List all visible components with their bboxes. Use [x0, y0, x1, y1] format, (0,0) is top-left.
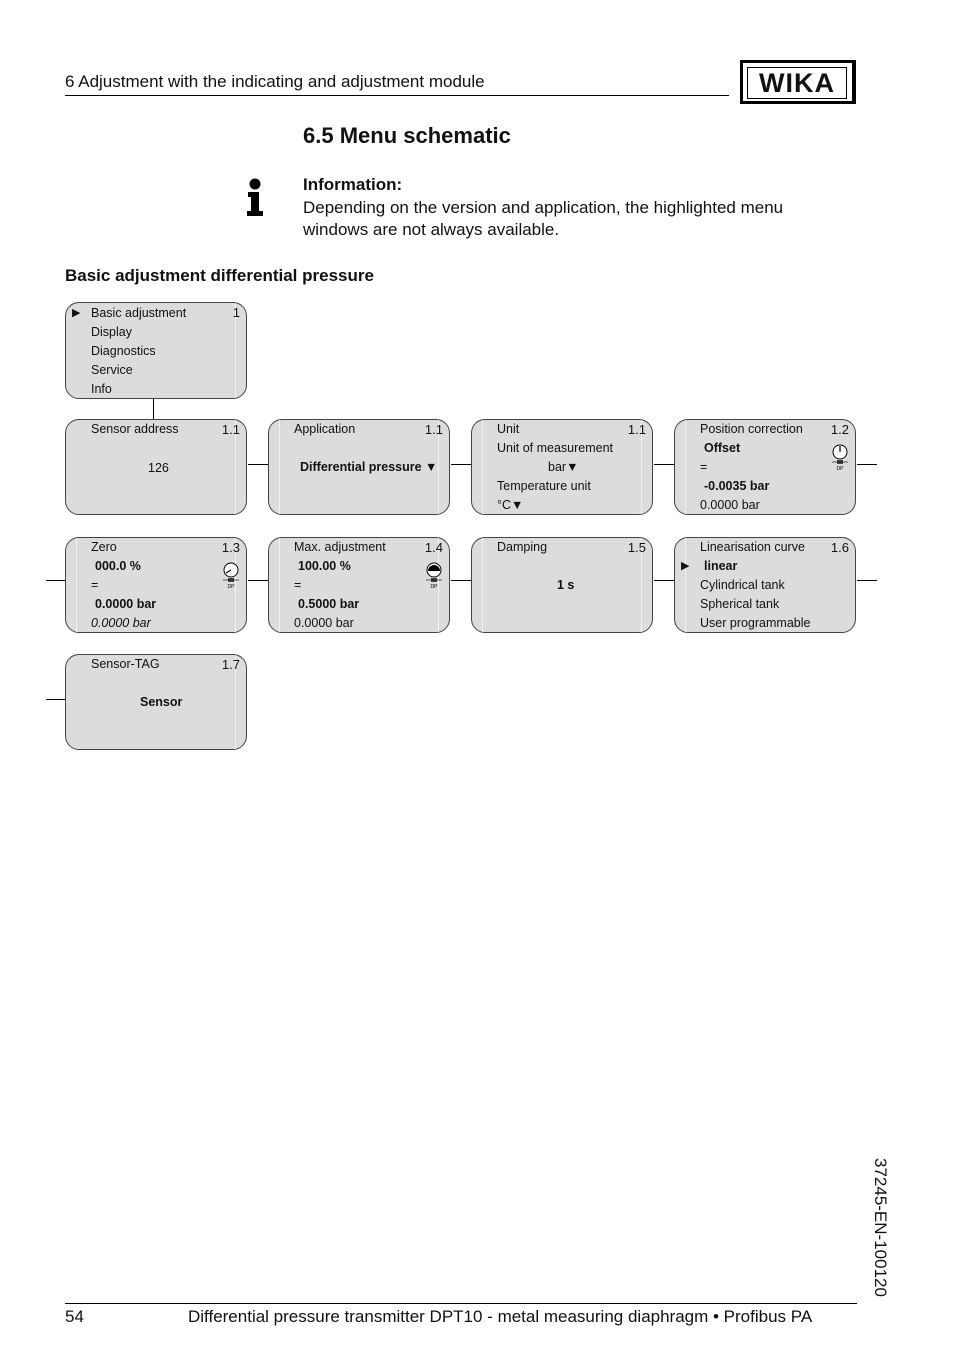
damping-value[interactable]: 1 s: [557, 578, 574, 592]
sensor-tag-box[interactable]: Sensor-TAG 1.7 Sensor: [65, 654, 247, 750]
svg-text:DP: DP: [837, 466, 845, 471]
option-linear[interactable]: linear: [704, 559, 737, 573]
option-spherical-tank[interactable]: Spherical tank: [700, 597, 779, 611]
section-title: 6.5 Menu schematic: [303, 123, 511, 148]
zero-percent[interactable]: 000.0 %: [95, 559, 141, 573]
connector: [857, 580, 877, 581]
connector: [451, 464, 471, 465]
connector: [46, 580, 65, 581]
sensor-address-value: 126: [148, 461, 169, 475]
connector: [857, 464, 877, 465]
connector: [654, 464, 674, 465]
connector: [451, 580, 471, 581]
temperature-unit-label: Temperature unit: [497, 479, 591, 493]
equals-sign: =: [91, 578, 99, 592]
info-text: Depending on the version and application…: [303, 198, 784, 239]
temperature-unit-select[interactable]: °C▼: [497, 498, 523, 512]
menu-item-info[interactable]: Info: [91, 382, 112, 396]
box-number: 1.1: [424, 422, 443, 437]
connector: [248, 580, 268, 581]
unit-measurement-select[interactable]: bar▼: [548, 460, 578, 474]
position-correction-box[interactable]: Position correction 1.2 Offset = -0.0035…: [674, 419, 856, 515]
max-pressure[interactable]: 0.5000 bar: [298, 597, 359, 611]
box-title: Unit: [497, 422, 520, 436]
application-box[interactable]: Application 1.1 Differential pressure ▼: [268, 419, 450, 515]
option-user-programmable[interactable]: User programmable: [700, 616, 810, 630]
info-icon: [247, 178, 263, 216]
box-number: 1.6: [830, 540, 849, 555]
box-number: 1.5: [627, 540, 646, 555]
menu-item-display[interactable]: Display: [91, 325, 132, 339]
box-title: Zero: [91, 540, 117, 554]
zero-reference: 0.0000 bar: [91, 616, 151, 630]
equals-sign: =: [700, 460, 708, 474]
box-number: 1.1: [627, 422, 646, 437]
menu-number: 1: [232, 305, 240, 320]
box-title: Max. adjustment: [294, 540, 386, 554]
connector: [248, 464, 268, 465]
zero-pressure[interactable]: 0.0000 bar: [95, 597, 156, 611]
box-title: Application: [294, 422, 356, 436]
zero-box[interactable]: Zero 1.3 000.0 % = 0.0000 bar 0.0000 bar…: [65, 537, 247, 633]
menu-item-basic-adjustment[interactable]: Basic adjustment: [91, 306, 186, 320]
box-number: 1.7: [221, 657, 240, 672]
footer-title: Differential pressure transmitter DPT10 …: [188, 1307, 813, 1326]
subheading: Basic adjustment differential pressure: [65, 266, 374, 285]
logo-text: WIKA: [747, 67, 847, 99]
damping-box[interactable]: Damping 1.5 1 s: [471, 537, 653, 633]
box-title: Position correction: [700, 422, 803, 436]
chapter-header: 6 Adjustment with the indicating and adj…: [65, 72, 485, 91]
pressure-dial-icon: DP: [832, 444, 848, 471]
linearisation-box[interactable]: Linearisation curve 1.6 ▶ linear Cylindr…: [674, 537, 856, 633]
info-title: Information:: [303, 175, 403, 194]
box-number: 1.2: [830, 422, 849, 437]
box-title: Linearisation curve: [700, 540, 805, 554]
pointer-icon: ▶: [72, 307, 81, 319]
box-title: Damping: [497, 540, 548, 554]
pressure-dial-icon: DP: [223, 562, 239, 589]
connector: [654, 580, 674, 581]
page-number: 54: [65, 1307, 84, 1326]
option-cylindrical-tank[interactable]: Cylindrical tank: [700, 578, 785, 592]
pressure-dial-icon: DP: [426, 562, 442, 589]
offset-label: Offset: [704, 441, 741, 455]
max-adjustment-box[interactable]: Max. adjustment 1.4 100.00 % = 0.5000 ba…: [268, 537, 450, 633]
unit-measurement-label: Unit of measurement: [497, 441, 614, 455]
equals-sign: =: [294, 578, 302, 592]
application-value[interactable]: Differential pressure ▼: [300, 460, 437, 474]
footer-rule: [65, 1303, 857, 1304]
svg-text:DP: DP: [431, 584, 439, 589]
header-rule: [65, 95, 729, 96]
max-reference: 0.0000 bar: [294, 616, 354, 630]
menu-item-diagnostics[interactable]: Diagnostics: [91, 344, 156, 358]
sensor-tag-value[interactable]: Sensor: [140, 695, 182, 709]
menu-item-service[interactable]: Service: [91, 363, 133, 377]
max-percent[interactable]: 100.00 %: [298, 559, 351, 573]
main-menu-box[interactable]: ▶ 1 Basic adjustment Display Diagnostics…: [65, 302, 247, 399]
connector: [153, 399, 154, 419]
offset-reference: 0.0000 bar: [700, 498, 760, 512]
wika-logo: WIKA: [740, 60, 856, 104]
box-number: 1.3: [221, 540, 240, 555]
box-number: 1.1: [221, 422, 240, 437]
svg-text:DP: DP: [228, 584, 236, 589]
box-title: Sensor address: [91, 422, 179, 436]
sensor-address-box[interactable]: Sensor address 1.1 126: [65, 419, 247, 515]
box-number: 1.4: [424, 540, 443, 555]
unit-box[interactable]: Unit 1.1 Unit of measurement bar▼ Temper…: [471, 419, 653, 515]
pointer-icon: ▶: [681, 560, 690, 572]
document-id: 37245-EN-100120: [871, 1158, 890, 1297]
box-title: Sensor-TAG: [91, 657, 160, 671]
connector: [46, 699, 65, 700]
offset-value[interactable]: -0.0035 bar: [704, 479, 769, 493]
